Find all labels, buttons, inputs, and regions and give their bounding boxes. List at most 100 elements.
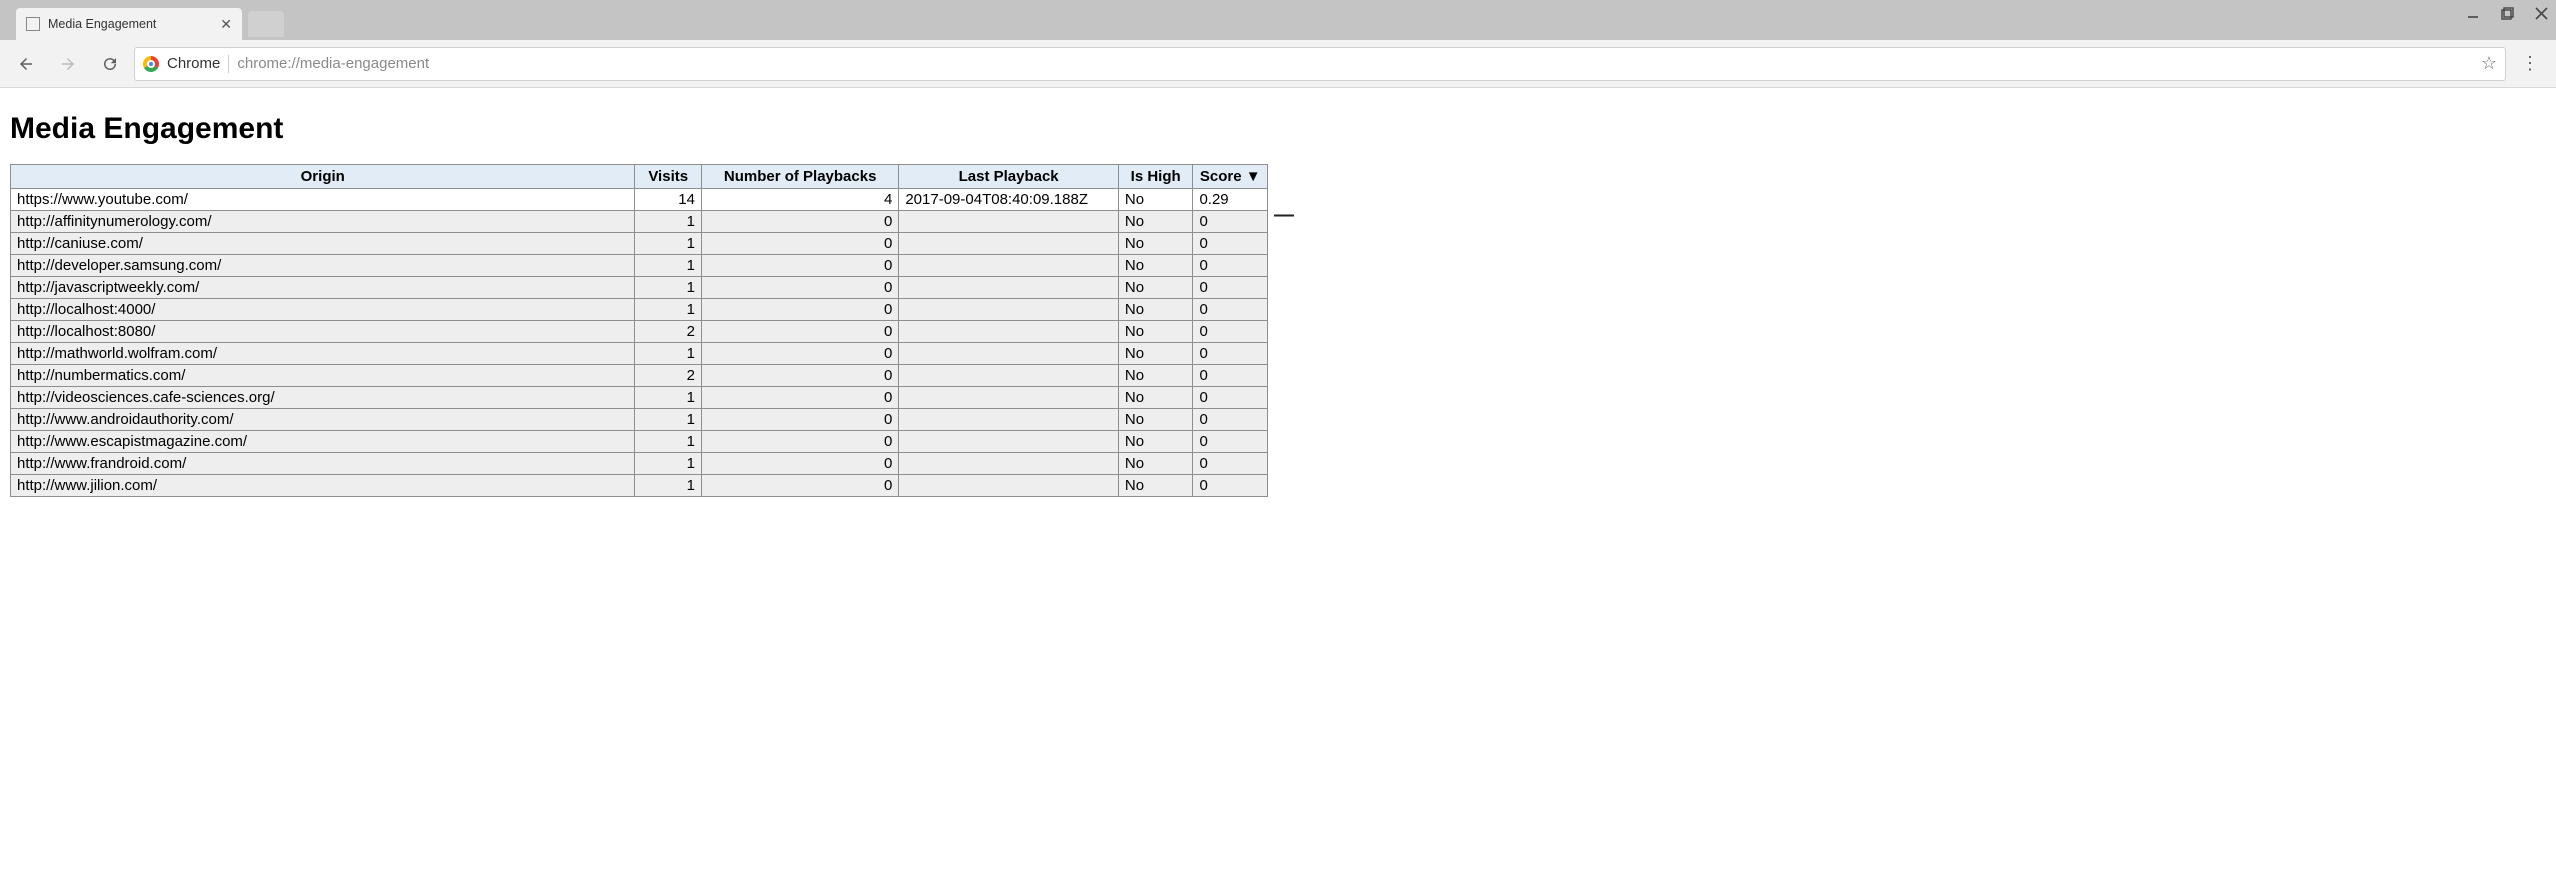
col-last-playback[interactable]: Last Playback [899,165,1119,189]
cell-score: 0 [1193,365,1268,387]
url-chip: Chrome [167,55,220,72]
cell-playbacks: 4 [701,189,898,211]
chrome-icon [143,56,159,72]
cell-visits: 1 [635,431,701,453]
cell-origin: http://www.frandroid.com/ [11,453,635,475]
cell-playbacks: 0 [701,343,898,365]
table-row: https://www.youtube.com/1442017-09-04T08… [11,189,1268,211]
url-text: chrome://media-engagement [237,55,2473,72]
bookmark-star-icon[interactable]: ☆ [2481,53,2497,74]
cell-is-high: No [1118,387,1193,409]
cell-score: 0 [1193,431,1268,453]
cell-playbacks: 0 [701,431,898,453]
table-wrap: Origin Visits Number of Playbacks Last P… [10,164,1268,497]
new-tab-button[interactable] [248,11,284,37]
table-row: http://localhost:4000/10No0 [11,299,1268,321]
col-visits[interactable]: Visits [635,165,701,189]
browser-window: Media Engagement ✕ Chrome [0,0,2556,512]
cell-is-high: No [1118,277,1193,299]
cell-origin: http://mathworld.wolfram.com/ [11,343,635,365]
cell-is-high: No [1118,299,1193,321]
cell-score: 0 [1193,233,1268,255]
cell-origin: http://affinitynumerology.com/ [11,211,635,233]
table-row: http://mathworld.wolfram.com/10No0 [11,343,1268,365]
cell-visits: 1 [635,277,701,299]
cell-score: 0.29 [1193,189,1268,211]
cell-origin: http://developer.samsung.com/ [11,255,635,277]
cell-score: 0 [1193,321,1268,343]
menu-button[interactable]: ⋮ [2512,53,2548,74]
cell-last-playback [899,211,1119,233]
minimize-icon[interactable] [2464,4,2482,22]
cell-visits: 14 [635,189,701,211]
table-row: http://affinitynumerology.com/10No0 [11,211,1268,233]
col-score[interactable]: Score ▼ [1193,165,1268,189]
cell-score: 0 [1193,387,1268,409]
cell-is-high: No [1118,343,1193,365]
cell-is-high: No [1118,431,1193,453]
cell-is-high: No [1118,409,1193,431]
cell-playbacks: 0 [701,211,898,233]
col-origin[interactable]: Origin [11,165,635,189]
browser-tab[interactable]: Media Engagement ✕ [16,8,242,40]
cell-last-playback [899,453,1119,475]
cell-last-playback [899,343,1119,365]
cell-visits: 1 [635,211,701,233]
cell-last-playback [899,431,1119,453]
cell-playbacks: 0 [701,387,898,409]
titlebar: Media Engagement ✕ [0,0,2556,40]
cell-last-playback [899,299,1119,321]
cell-last-playback: 2017-09-04T08:40:09.188Z [899,189,1119,211]
table-row: http://www.escapistmagazine.com/10No0 [11,431,1268,453]
table-row: http://www.frandroid.com/10No0 [11,453,1268,475]
cell-origin: http://localhost:8080/ [11,321,635,343]
address-bar[interactable]: Chrome chrome://media-engagement ☆ [134,47,2506,81]
cell-visits: 2 [635,365,701,387]
cell-origin: http://localhost:4000/ [11,299,635,321]
cell-visits: 1 [635,233,701,255]
table-row: http://caniuse.com/10No0 [11,233,1268,255]
cell-playbacks: 0 [701,255,898,277]
cell-playbacks: 0 [701,475,898,497]
cell-origin: http://videosciences.cafe-sciences.org/ [11,387,635,409]
col-playbacks[interactable]: Number of Playbacks [701,165,898,189]
table-header-row: Origin Visits Number of Playbacks Last P… [11,165,1268,189]
cell-score: 0 [1193,255,1268,277]
cell-playbacks: 0 [701,365,898,387]
cell-score: 0 [1193,211,1268,233]
table-row: http://videosciences.cafe-sciences.org/1… [11,387,1268,409]
forward-button[interactable] [50,46,86,82]
col-is-high[interactable]: Is High [1118,165,1193,189]
cell-last-playback [899,255,1119,277]
cell-visits: 1 [635,387,701,409]
overflow-dash: — [1274,204,1294,227]
cell-last-playback [899,321,1119,343]
cell-last-playback [899,409,1119,431]
cell-origin: http://www.androidauthority.com/ [11,409,635,431]
cell-is-high: No [1118,211,1193,233]
cell-visits: 1 [635,299,701,321]
close-tab-icon[interactable]: ✕ [220,16,232,33]
cell-last-playback [899,387,1119,409]
cell-origin: http://www.jilion.com/ [11,475,635,497]
cell-playbacks: 0 [701,277,898,299]
table-row: http://www.jilion.com/10No0 [11,475,1268,497]
cell-visits: 1 [635,453,701,475]
cell-is-high: No [1118,321,1193,343]
maximize-icon[interactable] [2498,4,2516,22]
tab-title: Media Engagement [48,17,212,31]
table-row: http://numbermatics.com/20No0 [11,365,1268,387]
cell-last-playback [899,365,1119,387]
cell-origin: http://caniuse.com/ [11,233,635,255]
cell-is-high: No [1118,365,1193,387]
cell-score: 0 [1193,299,1268,321]
back-button[interactable] [8,46,44,82]
close-window-icon[interactable] [2532,4,2550,22]
cell-playbacks: 0 [701,453,898,475]
cell-playbacks: 0 [701,233,898,255]
window-controls [2464,4,2550,22]
cell-playbacks: 0 [701,299,898,321]
cell-is-high: No [1118,255,1193,277]
cell-is-high: No [1118,453,1193,475]
reload-button[interactable] [92,46,128,82]
